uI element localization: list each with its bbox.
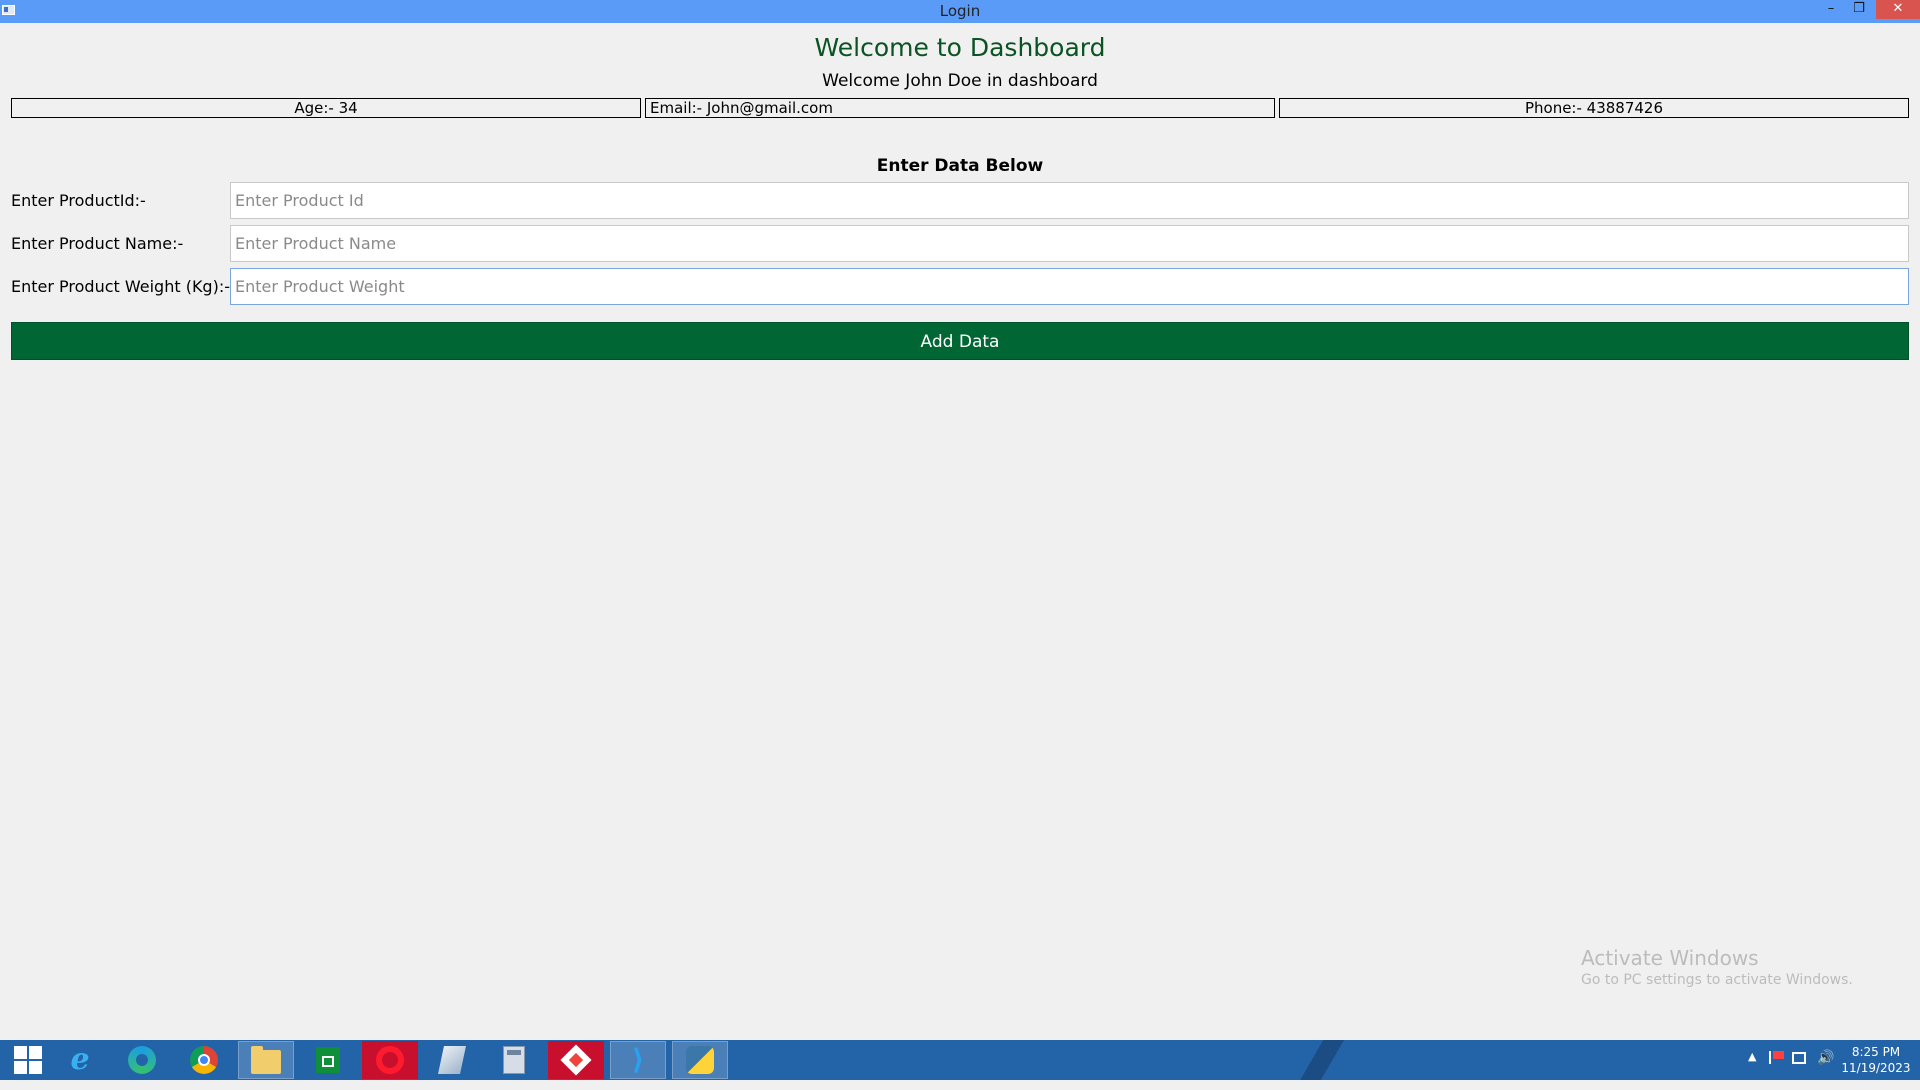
minimize-button[interactable]: – (1818, 0, 1844, 19)
activation-watermark-title: Activate Windows (1581, 946, 1759, 970)
chrome-browser-icon (190, 1046, 218, 1074)
activation-watermark-subtitle: Go to PC settings to activate Windows. (1581, 972, 1853, 988)
add-data-button[interactable]: Add Data (11, 322, 1909, 360)
phone-info: Phone:- 43887426 (1279, 98, 1909, 118)
vscode-icon: ⟩ (631, 1043, 645, 1076)
product-weight-label: Enter Product Weight (Kg):- (11, 277, 230, 296)
taskbar-opera[interactable] (362, 1041, 418, 1079)
calculator-icon (503, 1046, 525, 1074)
product-name-label: Enter Product Name:- (11, 234, 184, 253)
show-hidden-icons-button[interactable]: ▲ (1748, 1050, 1756, 1090)
taskbar-internet-explorer[interactable]: e (52, 1041, 108, 1079)
taskbar-anydesk[interactable] (548, 1041, 604, 1079)
clock-time: 8:25 PM (1851, 1045, 1901, 1059)
maximize-button[interactable]: ❐ (1846, 0, 1872, 19)
notepad-icon (438, 1046, 466, 1074)
taskbar-edge[interactable] (114, 1041, 170, 1079)
page-title: Welcome to Dashboard (814, 33, 1106, 62)
taskbar-file-explorer[interactable] (238, 1041, 294, 1079)
windows-start-icon (14, 1046, 42, 1074)
form-section-title: Enter Data Below (876, 156, 1044, 176)
action-center-flag-icon[interactable] (1769, 1051, 1785, 1064)
taskbar-calculator[interactable] (486, 1041, 542, 1079)
volume-icon[interactable]: 🔊 (1817, 1050, 1834, 1090)
product-name-input[interactable] (230, 225, 1909, 262)
taskbar-python[interactable] (672, 1041, 728, 1079)
taskbar-decoration (1290, 1040, 1350, 1080)
taskbar: e ⟩ ▲ 🔊 8:25 PM 11/19/2023 (0, 1040, 1920, 1080)
store-icon (316, 1047, 340, 1073)
window-titlebar: Login – ❐ ✕ (0, 0, 1920, 23)
taskbar-vscode[interactable]: ⟩ (610, 1041, 666, 1079)
taskbar-chrome[interactable] (176, 1041, 232, 1079)
network-icon[interactable] (1792, 1052, 1806, 1064)
edge-browser-icon (128, 1046, 156, 1074)
taskbar-notepad[interactable] (424, 1041, 480, 1079)
taskbar-store[interactable] (300, 1041, 356, 1079)
anydesk-icon (560, 1044, 592, 1076)
internet-explorer-icon: e (70, 1042, 90, 1077)
product-id-label: Enter ProductId:- (11, 191, 146, 210)
close-button[interactable]: ✕ (1876, 0, 1920, 19)
opera-browser-icon (376, 1046, 404, 1074)
product-weight-input[interactable] (230, 268, 1909, 305)
clock-date: 11/19/2023 (1841, 1061, 1911, 1075)
file-explorer-icon (251, 1046, 281, 1074)
product-id-input[interactable] (230, 182, 1909, 219)
python-icon (686, 1046, 714, 1074)
start-button[interactable] (0, 1041, 56, 1079)
welcome-subtitle: Welcome John Doe in dashboard (822, 71, 1098, 91)
taskbar-clock[interactable]: 8:25 PM 11/19/2023 (1840, 1044, 1912, 1076)
window-title: Login (939, 2, 981, 20)
age-info: Age:- 34 (11, 98, 641, 118)
email-info: Email:- John@gmail.com (645, 98, 1275, 118)
